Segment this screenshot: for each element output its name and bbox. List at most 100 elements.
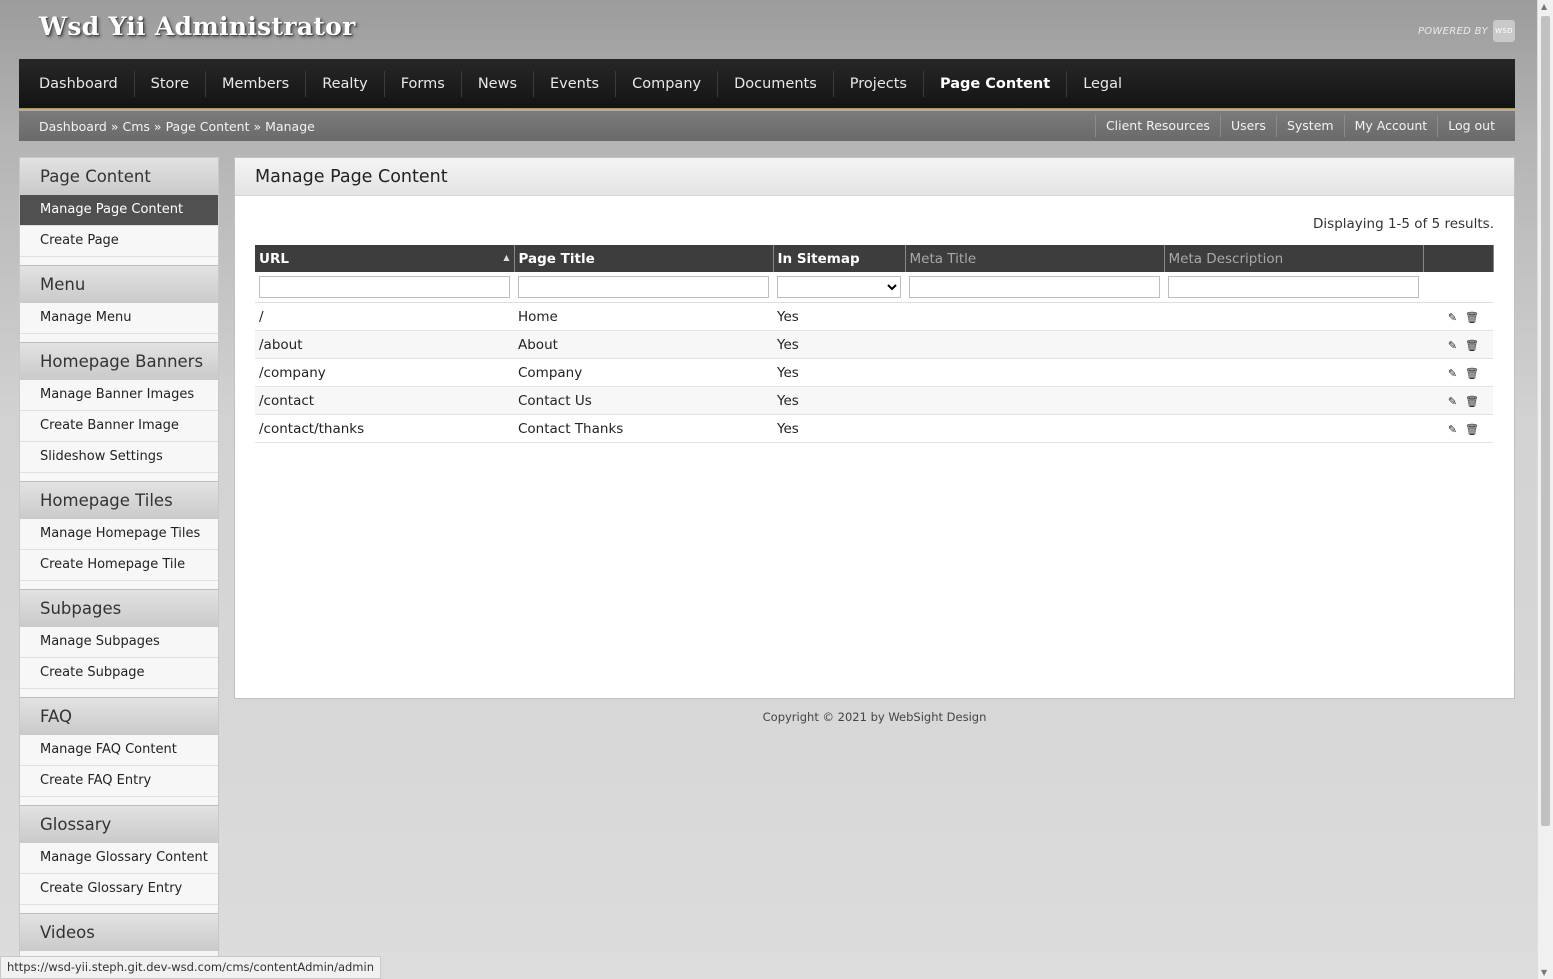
sidebar-item-manage-banner-images[interactable]: Manage Banner Images [20,380,218,411]
sidebar-item-slideshow-settings[interactable]: Slideshow Settings [20,442,218,473]
trash-icon[interactable]: 🗑 [1465,339,1479,352]
sidebar-item-create-page[interactable]: Create Page [20,226,218,257]
pencil-icon[interactable]: ✎ [1448,311,1457,324]
cell-url: /contact [255,386,514,415]
footer-copyright: Copyright © 2021 by WebSight Design [762,710,987,724]
system-link[interactable]: System [1275,115,1344,137]
sidebar-spacer [20,905,218,913]
column-header-page-title[interactable]: Page Title [514,245,774,272]
cell-meta-title [905,386,1164,415]
table-row: /contact/thanks Contact Thanks Yes ✎ 🗑 [255,414,1493,443]
cell-meta-title [905,302,1164,331]
cell-meta-description [1164,302,1423,331]
sidebar-heading-homepage-banners: Homepage Banners [20,342,218,380]
sort-ascending-icon: ▲ [503,252,510,262]
cell-url: / [255,302,514,331]
nav-item-forms[interactable]: Forms [383,70,461,97]
cell-in-sitemap: Yes [773,358,905,387]
client-resources-link[interactable]: Client Resources [1094,115,1220,137]
sidebar-spacer [20,797,218,805]
sidebar: Page Content Manage Page Content Create … [19,157,219,979]
cell-url: /contact/thanks [255,414,514,443]
filter-row [255,272,1493,303]
sidebar-item-manage-subpages[interactable]: Manage Subpages [20,627,218,658]
trash-icon[interactable]: 🗑 [1465,423,1479,436]
my-account-link[interactable]: My Account [1343,115,1438,137]
column-header-meta-title: Meta Title [905,245,1165,272]
nav-item-page-content[interactable]: Page Content [922,70,1066,97]
sidebar-item-manage-faq-content[interactable]: Manage FAQ Content [20,735,218,766]
cell-meta-description [1164,386,1423,415]
column-header-url-label: URL [259,250,289,267]
row-actions: ✎ 🗑 [1423,414,1493,443]
filter-url-input[interactable] [259,276,510,298]
pencil-icon[interactable]: ✎ [1448,395,1457,408]
scroll-down-icon[interactable]: ▼ [1541,968,1547,977]
breadcrumb-dashboard[interactable]: Dashboard [39,119,107,134]
nav-item-members[interactable]: Members [205,70,305,97]
nav-item-legal[interactable]: Legal [1066,70,1138,97]
sidebar-item-create-homepage-tile[interactable]: Create Homepage Tile [20,550,218,581]
trash-icon[interactable]: 🗑 [1465,395,1479,408]
sidebar-item-create-banner-image[interactable]: Create Banner Image [20,411,218,442]
cell-url: /company [255,358,514,387]
row-actions: ✎ 🗑 [1423,330,1493,359]
utility-links: Client Resources Users System My Account… [1094,115,1495,137]
column-header-url[interactable]: URL ▲ [255,245,515,272]
cell-page-title: Home [514,302,773,331]
trash-icon[interactable]: 🗑 [1465,367,1479,380]
row-actions: ✎ 🗑 [1423,358,1493,387]
nav-item-events[interactable]: Events [533,70,615,97]
nav-item-store[interactable]: Store [133,70,205,97]
column-header-in-sitemap[interactable]: In Sitemap [773,245,906,272]
logout-link[interactable]: Log out [1437,115,1495,137]
filter-meta-title-input[interactable] [909,276,1160,298]
breadcrumb-cms[interactable]: Cms [122,119,149,134]
sidebar-item-create-glossary-entry[interactable]: Create Glossary Entry [20,874,218,905]
cell-in-sitemap: Yes [773,330,905,359]
filter-in-sitemap-select[interactable] [777,276,901,298]
nav-item-projects[interactable]: Projects [832,70,923,97]
nav-item-documents[interactable]: Documents [717,70,833,97]
breadcrumb-manage: Manage [265,118,315,134]
nav-item-company[interactable]: Company [615,70,717,97]
sidebar-item-create-faq-entry[interactable]: Create FAQ Entry [20,766,218,797]
cell-page-title: Company [514,358,773,387]
sidebar-item-manage-homepage-tiles[interactable]: Manage Homepage Tiles [20,519,218,550]
sidebar-heading-faq: FAQ [20,697,218,735]
nav-item-realty[interactable]: Realty [305,70,384,97]
nav-item-dashboard[interactable]: Dashboard [23,71,134,97]
pencil-icon[interactable]: ✎ [1448,423,1457,436]
cell-url: /about [255,330,514,359]
breadcrumb-page-content[interactable]: Page Content [166,119,250,134]
sidebar-spacer [20,473,218,481]
pencil-icon[interactable]: ✎ [1448,339,1457,352]
breadcrumb-separator: » [110,118,119,134]
table-row: /contact Contact Us Yes ✎ 🗑 [255,386,1493,415]
sidebar-heading-menu: Menu [20,265,218,303]
page-content-grid: URL ▲ Page Title In Sitemap Meta Title Me… [255,245,1494,443]
sidebar-item-manage-glossary-content[interactable]: Manage Glossary Content [20,843,218,874]
powered-by[interactable]: POWERED BY WSD [1418,20,1515,42]
scroll-up-icon[interactable]: ▲ [1541,2,1547,11]
cell-page-title: Contact Thanks [514,414,773,443]
cell-in-sitemap: Yes [773,386,905,415]
trash-icon[interactable]: 🗑 [1465,311,1479,324]
scrollbar-thumb[interactable] [1541,16,1550,826]
status-bar-url: https://wsd-yii.steph.git.dev-wsd.com/cm… [0,956,381,979]
vertical-scrollbar[interactable]: ▲ ▼ [1537,0,1553,979]
cell-page-title: Contact Us [514,386,773,415]
wsd-logo-icon: WSD [1493,20,1515,42]
sub-bar: Dashboard» Cms» Page Content» Manage Client… [19,111,1515,141]
sidebar-item-manage-menu[interactable]: Manage Menu [20,303,218,334]
sidebar-item-create-subpage[interactable]: Create Subpage [20,658,218,689]
cell-meta-description [1164,414,1423,443]
filter-page-title-input[interactable] [518,276,769,298]
cell-in-sitemap: Yes [773,414,905,443]
sidebar-heading-homepage-tiles: Homepage Tiles [20,481,218,519]
pencil-icon[interactable]: ✎ [1448,367,1457,380]
filter-meta-description-input[interactable] [1168,276,1419,298]
users-link[interactable]: Users [1219,115,1276,137]
sidebar-item-manage-page-content[interactable]: Manage Page Content [20,195,218,226]
nav-item-news[interactable]: News [460,70,533,97]
